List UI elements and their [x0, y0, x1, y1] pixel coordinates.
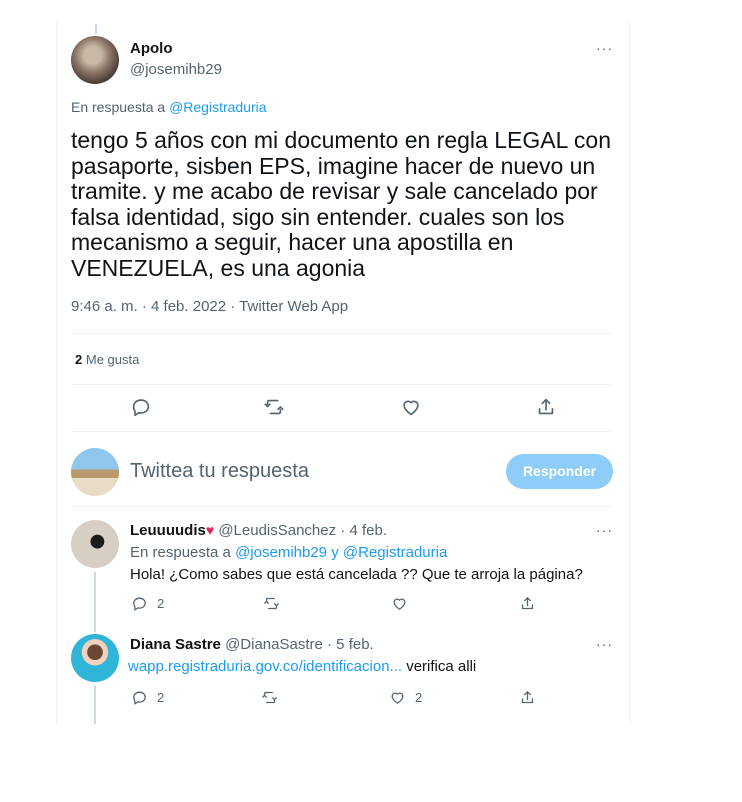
- reply-date[interactable]: · 4 feb.: [340, 522, 387, 539]
- like-count: 2: [415, 690, 423, 706]
- like-icon: [391, 692, 404, 705]
- reply-author-handle[interactable]: @DianaSastre: [225, 636, 323, 653]
- share-icon[interactable]: [535, 396, 557, 418]
- reply-date[interactable]: · 5 feb.: [327, 636, 374, 653]
- more-icon[interactable]: ···: [596, 522, 613, 538]
- tweet-card: [56, 20, 630, 725]
- tweet-text: tengo 5 años con mi documento en regla L…: [71, 127, 611, 281]
- share-action[interactable]: [519, 689, 536, 707]
- reply-icon[interactable]: [130, 396, 152, 418]
- divider: [71, 506, 612, 507]
- divider: [71, 333, 612, 334]
- retweet-action[interactable]: [261, 689, 278, 707]
- like-action[interactable]: [391, 595, 408, 613]
- divider: [71, 384, 612, 385]
- more-icon[interactable]: ···: [596, 40, 613, 56]
- divider: [71, 431, 612, 432]
- author-avatar[interactable]: [71, 36, 119, 84]
- reply-author-name[interactable]: Diana Sastre: [130, 636, 221, 653]
- reply-context-prefix: En respuesta a: [130, 544, 231, 561]
- likes-stat[interactable]: 2 Me gusta: [75, 352, 139, 367]
- tweet-meta[interactable]: 9:46 a. m. · 4 feb. 2022 · Twitter Web A…: [71, 298, 348, 315]
- reply-context: En respuesta a @josemihb29 y @Registradu…: [130, 544, 447, 561]
- reply-icon: [133, 691, 146, 705]
- reply-context-handle[interactable]: @Registraduria: [343, 544, 447, 561]
- reply-header: Leuuuudis♥ @LeudisSanchez · 4 feb.: [130, 522, 387, 539]
- reply-context-prefix: En respuesta a: [71, 99, 166, 115]
- like-icon: [393, 598, 406, 611]
- reply-avatar[interactable]: [71, 634, 119, 682]
- author-handle[interactable]: @josemihb29: [130, 61, 222, 78]
- retweet-icon[interactable]: [263, 396, 285, 418]
- retweet-action[interactable]: [263, 595, 280, 613]
- reply-text: verifica alli: [406, 658, 477, 675]
- reply-action[interactable]: 2: [131, 595, 164, 613]
- reply-text: Hola! ¿Como sabes que está cancelada ?? …: [130, 566, 583, 583]
- heart-emoji-icon: ♥: [205, 522, 215, 538]
- reply-context-handle[interactable]: @josemihb29: [235, 544, 327, 561]
- reply-context-handle[interactable]: @Registraduria: [169, 99, 266, 115]
- reply-context-conj: y: [331, 544, 339, 561]
- reply-header: Diana Sastre @DianaSastre · 5 feb.: [130, 636, 374, 653]
- reply-text-line: wapp.registraduria.gov.co/identificacion…: [128, 658, 476, 675]
- reply-button[interactable]: Responder: [506, 454, 613, 489]
- reply-input[interactable]: Twittea tu respuesta: [130, 460, 309, 483]
- thread-line: [94, 686, 96, 724]
- reply-avatar[interactable]: [71, 520, 119, 568]
- reply-author-name[interactable]: Leuuuudis: [130, 522, 206, 539]
- share-icon: [521, 691, 534, 704]
- thread-line: [94, 572, 96, 632]
- share-icon: [521, 597, 534, 610]
- reply-icon: [133, 597, 146, 611]
- author-name[interactable]: Apolo: [130, 40, 173, 57]
- reply-count: 2: [157, 690, 165, 706]
- reply-action[interactable]: 2: [131, 689, 164, 707]
- thread-line-top: [95, 24, 97, 34]
- reply-count: 2: [157, 596, 165, 612]
- current-user-avatar[interactable]: [71, 448, 119, 496]
- more-icon[interactable]: ···: [596, 636, 613, 652]
- retweet-icon: [262, 692, 277, 704]
- reply-link[interactable]: wapp.registraduria.gov.co/identificacion…: [128, 658, 402, 675]
- like-icon[interactable]: [400, 396, 422, 418]
- likes-label: Me gusta: [85, 352, 140, 367]
- like-action[interactable]: 2: [389, 689, 422, 707]
- reply-author-handle[interactable]: @LeudisSanchez: [218, 522, 336, 539]
- reply-context: En respuesta a @Registraduria: [71, 99, 267, 115]
- retweet-icon: [264, 598, 279, 610]
- share-action[interactable]: [519, 595, 536, 613]
- likes-count: 2: [75, 352, 83, 367]
